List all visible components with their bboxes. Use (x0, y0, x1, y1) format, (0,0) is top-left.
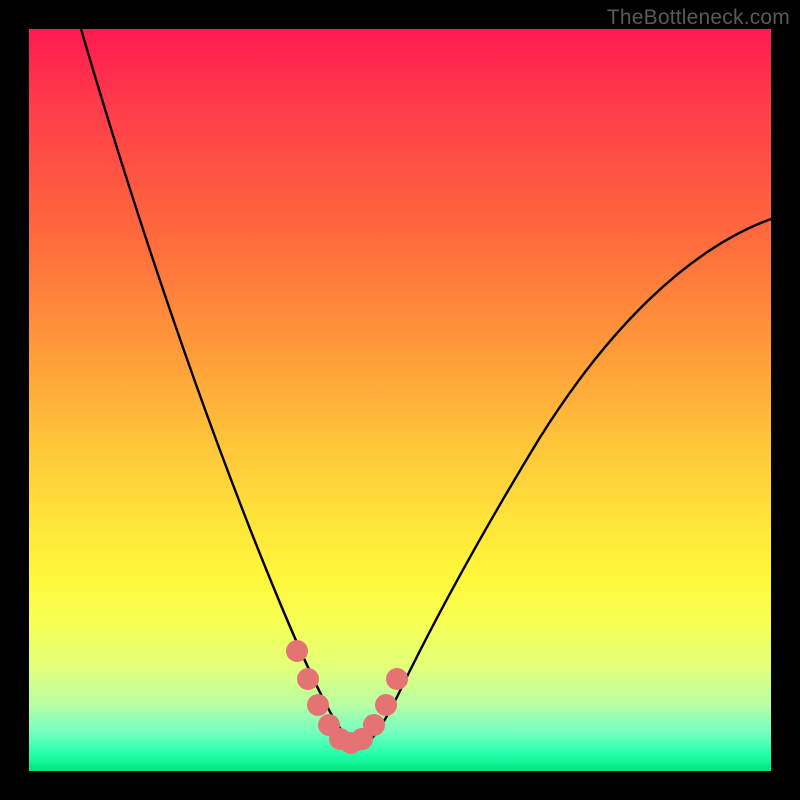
watermark-text: TheBottleneck.com (607, 6, 790, 30)
highlight-dot (375, 694, 397, 716)
plot-area (29, 29, 771, 771)
highlight-dots (286, 640, 408, 754)
curve-layer (29, 29, 771, 771)
highlight-dot (386, 668, 408, 690)
highlight-dot (307, 694, 329, 716)
highlight-dot (363, 714, 385, 736)
highlight-dot (297, 668, 319, 690)
chart-stage: TheBottleneck.com (0, 0, 800, 800)
bottleneck-curve (81, 29, 771, 749)
highlight-dot (286, 640, 308, 662)
